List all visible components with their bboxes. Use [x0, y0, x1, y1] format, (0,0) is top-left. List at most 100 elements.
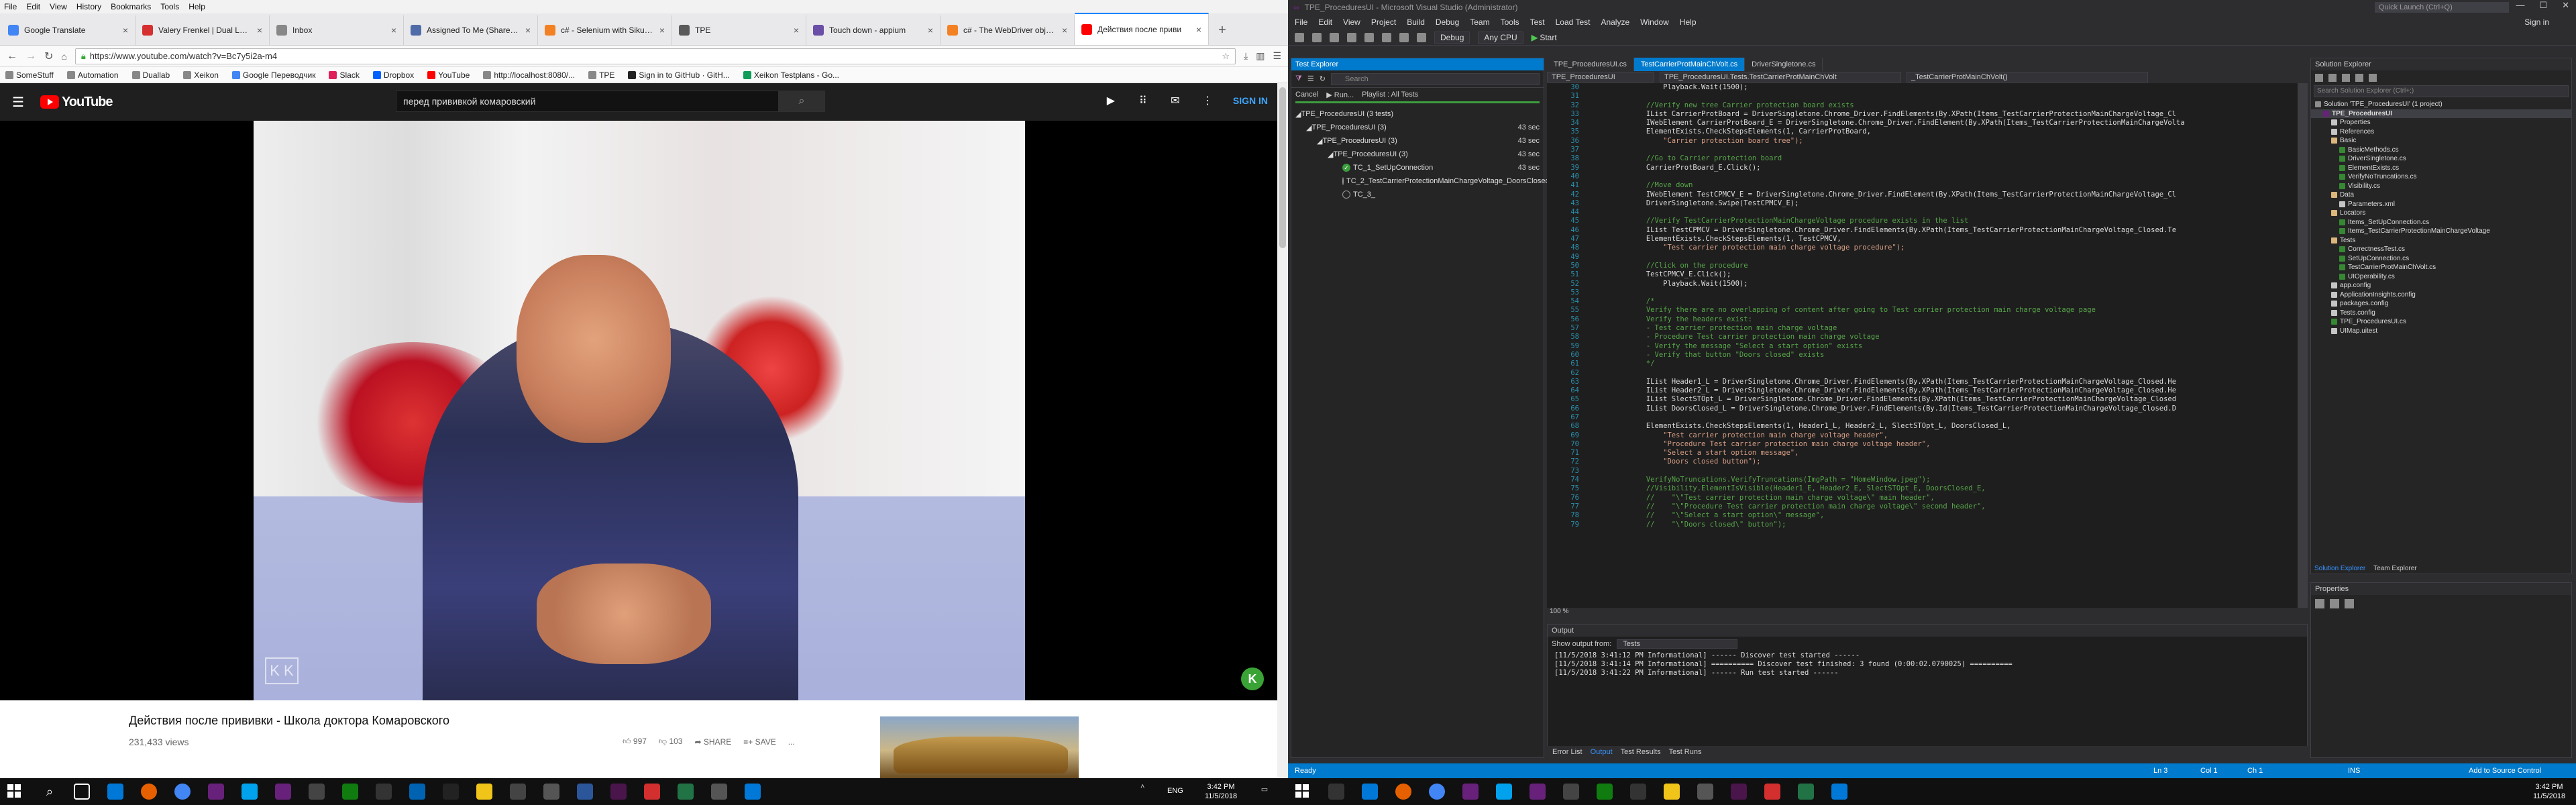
- solution-config-dropdown[interactable]: Debug: [1434, 31, 1470, 44]
- folder-icon[interactable]: [476, 784, 492, 800]
- test-search-input[interactable]: Search: [1330, 72, 1540, 85]
- solution-tree-row[interactable]: ElementExists.cs: [2311, 164, 2571, 173]
- code-line[interactable]: IWebElement CarrierProtBoard_E = DriverS…: [1595, 119, 2300, 127]
- solution-tree-row[interactable]: app.config: [2311, 281, 2571, 290]
- slack-icon[interactable]: [610, 784, 627, 800]
- code-line[interactable]: IWebElement TestCPMCV_E = DriverSingleto…: [1595, 191, 2300, 199]
- solution-tree-row[interactable]: TPE_ProceduresUI: [2311, 109, 2571, 118]
- solution-tree-row[interactable]: Parameters.xml: [2311, 200, 2571, 209]
- new-project-icon[interactable]: [1330, 32, 1339, 42]
- browser-tab[interactable]: c# - Selenium with SikuliW ×: [538, 15, 672, 45]
- code-line[interactable]: */: [1595, 360, 2300, 368]
- task-view-icon[interactable]: [74, 784, 90, 800]
- vs-sign-in[interactable]: Sign in: [2524, 17, 2549, 27]
- code-line[interactable]: - Test carrier protection main charge vo…: [1595, 324, 2300, 333]
- app-icon[interactable]: [376, 784, 392, 800]
- editor-tab-active[interactable]: TestCarrierProtMainChVolt.cs: [1633, 58, 1746, 71]
- code-line[interactable]: [1595, 146, 2300, 154]
- code-line[interactable]: [1595, 413, 2300, 422]
- apps-grid-icon[interactable]: ⠿: [1136, 94, 1150, 107]
- visual-studio-icon[interactable]: [1462, 784, 1479, 800]
- home-icon[interactable]: ⌂: [61, 51, 66, 62]
- browser-tab[interactable]: Inbox ×: [270, 15, 404, 45]
- save-icon[interactable]: [1364, 32, 1374, 42]
- vs-menu-help[interactable]: Help: [1680, 17, 1697, 27]
- search-input[interactable]: перед прививкой комаровский: [396, 91, 825, 112]
- upload-video-icon[interactable]: ▶: [1104, 94, 1118, 107]
- browser-tab[interactable]: Google Translate ×: [1, 15, 136, 45]
- minimize-icon[interactable]: —: [2516, 0, 2524, 11]
- property-pages-icon[interactable]: [2345, 599, 2354, 608]
- bookmark-item[interactable]: Google Переводчик: [231, 70, 315, 80]
- code-line[interactable]: ElementExists.CheckStepsElements(1, Carr…: [1595, 127, 2300, 136]
- code-line[interactable]: IList SlectSTOpt_L = DriverSingletone.Ch…: [1595, 395, 2300, 404]
- expand-chevron-icon[interactable]: ◢: [1295, 110, 1301, 119]
- app-icon[interactable]: [309, 784, 325, 800]
- code-line[interactable]: "Doors closed button");: [1595, 458, 2300, 466]
- app-icon[interactable]: [510, 784, 526, 800]
- solution-tree-row[interactable]: SetUpConnection.cs: [2311, 254, 2571, 264]
- bookmark-item[interactable]: YouTube: [427, 70, 470, 80]
- solution-tree-row[interactable]: Visibility.cs: [2311, 182, 2571, 191]
- class-dropdown[interactable]: TPE_ProceduresUI.Tests.TestCarrierProtMa…: [1660, 72, 1901, 83]
- playlist-dropdown[interactable]: Playlist : All Tests: [1362, 91, 1418, 99]
- code-line[interactable]: //Visibility.ElementIsVisible(Header1_E,…: [1595, 484, 2300, 493]
- code-line[interactable]: Verify there are no overlapping of conte…: [1595, 306, 2300, 315]
- tray-chevron-icon[interactable]: ˄: [1140, 782, 1144, 792]
- edge-icon[interactable]: [107, 784, 123, 800]
- tab-output[interactable]: Output: [1591, 748, 1613, 756]
- browser-tab[interactable]: TPE ×: [672, 15, 806, 45]
- code-line[interactable]: IList CarrierProtBoard = DriverSingleton…: [1595, 110, 2300, 119]
- solution-tree-row[interactable]: TestCarrierProtMainChVolt.cs: [2311, 263, 2571, 272]
- folder-icon[interactable]: [1664, 784, 1680, 800]
- test-tree-row[interactable]: ◢ TPE_ProceduresUI (3) 43 sec: [1291, 121, 1544, 134]
- expand-chevron-icon[interactable]: ◢: [1317, 137, 1322, 146]
- code-line[interactable]: [1595, 288, 2300, 297]
- vs-menu-view[interactable]: View: [1343, 17, 1360, 27]
- tab-test-runs[interactable]: Test Runs: [1669, 748, 1702, 756]
- youtube-logo[interactable]: YouTube: [40, 95, 113, 110]
- code-line[interactable]: Verify the headers exist:: [1595, 315, 2300, 324]
- code-line[interactable]: IList Header2_L = DriverSingletone.Chrom…: [1595, 386, 2300, 395]
- alphabetical-icon[interactable]: [2330, 599, 2339, 608]
- language-indicator[interactable]: ENG: [1167, 786, 1183, 796]
- browser-tab-active[interactable]: Действия после приви ×: [1075, 13, 1209, 45]
- categorized-icon[interactable]: [2315, 599, 2324, 608]
- code-line[interactable]: // "\"Select a start option\" message",: [1595, 511, 2300, 520]
- new-tab-button[interactable]: +: [1209, 15, 1236, 45]
- share-button[interactable]: ➦ SHARE: [694, 737, 731, 747]
- code-line[interactable]: //Click on the procedure: [1595, 262, 2300, 270]
- ad-banner[interactable]: [880, 716, 1079, 778]
- code-line[interactable]: ElementExists.CheckStepsElements(1, Test…: [1595, 235, 2300, 244]
- dislike-button[interactable]: 👎︎ 103: [659, 737, 683, 747]
- tab-team-explorer[interactable]: Team Explorer: [2373, 565, 2416, 574]
- library-icon[interactable]: ▥: [1256, 50, 1265, 62]
- code-lines[interactable]: Playback.Wait(1500); //Verify new tree C…: [1595, 83, 2300, 529]
- home-icon[interactable]: [2328, 74, 2337, 82]
- sign-in-button[interactable]: SIGN IN: [1233, 95, 1268, 106]
- solution-tree-row[interactable]: BasicMethods.cs: [2311, 146, 2571, 155]
- bookmark-item[interactable]: http://localhost:8080/...: [483, 70, 575, 80]
- expand-chevron-icon[interactable]: ◢: [1328, 150, 1333, 159]
- collapse-all-icon[interactable]: [2355, 74, 2363, 82]
- close-icon[interactable]: ×: [1196, 24, 1201, 35]
- tab-error-list[interactable]: Error List: [1552, 748, 1582, 756]
- code-line[interactable]: //Verify TestCarrierProtectionMainCharge…: [1595, 217, 2300, 225]
- code-line[interactable]: TestCPMCV_E.Click();: [1595, 270, 2300, 279]
- app-icon[interactable]: [577, 784, 593, 800]
- member-dropdown[interactable]: _TestCarrierProtMainChVolt(): [1907, 72, 2148, 83]
- code-line[interactable]: IList Header1_L = DriverSingletone.Chrom…: [1595, 378, 2300, 386]
- solution-tree-row[interactable]: CorrectnessTest.cs: [2311, 245, 2571, 254]
- scrollbar-thumb[interactable]: [1279, 87, 1286, 248]
- vs-menu-analyze[interactable]: Analyze: [1601, 17, 1629, 27]
- code-line[interactable]: // "\"Test carrier protection main charg…: [1595, 494, 2300, 502]
- visual-studio-icon[interactable]: [208, 784, 224, 800]
- visual-studio-icon[interactable]: [1529, 784, 1546, 800]
- platform-dropdown[interactable]: Any CPU: [1478, 31, 1523, 44]
- solution-search-input[interactable]: Search Solution Explorer (Ctrl+;): [2314, 85, 2569, 97]
- excel-icon[interactable]: [678, 784, 694, 800]
- close-window-icon[interactable]: ✕: [2562, 0, 2569, 11]
- code-line[interactable]: // "\"Procedure Test carrier protection …: [1595, 502, 2300, 511]
- forward-nav-icon[interactable]: [1312, 32, 1322, 42]
- messages-icon[interactable]: ✉: [1169, 94, 1182, 107]
